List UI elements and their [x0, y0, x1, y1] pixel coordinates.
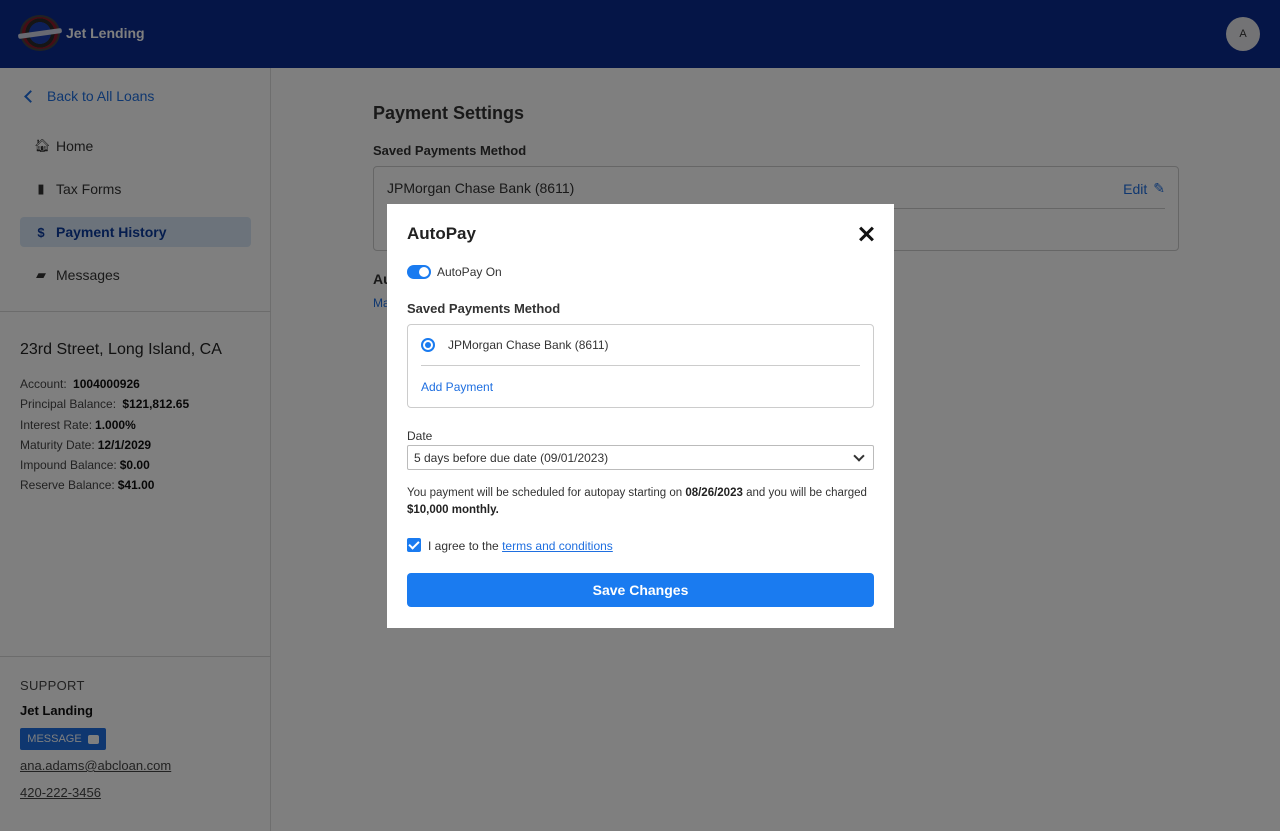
- save-changes-button[interactable]: Save Changes: [407, 573, 874, 607]
- close-icon[interactable]: [856, 224, 876, 244]
- chevron-down-icon: [853, 450, 865, 462]
- date-label: Date: [407, 429, 433, 443]
- saved-method-heading: Saved Payments Method: [407, 301, 561, 316]
- note-text: You payment will be scheduled for autopa…: [407, 487, 686, 499]
- schedule-note: You payment will be scheduled for autopa…: [407, 485, 874, 519]
- divider: [421, 365, 860, 366]
- note-amount: $10,000 monthly.: [407, 504, 499, 516]
- terms-link[interactable]: terms and conditions: [502, 539, 613, 553]
- autopay-toggle-label: AutoPay On: [437, 265, 502, 279]
- note-text: and you will be charged: [742, 487, 867, 499]
- add-payment-link[interactable]: Add Payment: [421, 380, 493, 394]
- bank-radio[interactable]: [421, 338, 435, 352]
- agree-text: I agree to the: [428, 539, 503, 553]
- date-select-value: 5 days before due date (09/01/2023): [414, 450, 609, 465]
- bank-option-label[interactable]: JPMorgan Chase Bank (8611): [448, 338, 609, 352]
- date-select[interactable]: 5 days before due date (09/01/2023): [407, 445, 874, 470]
- agree-checkbox[interactable]: [407, 538, 421, 552]
- autopay-toggle[interactable]: [407, 265, 431, 279]
- agree-label: I agree to the terms and conditions: [428, 539, 613, 553]
- dialog-title: AutoPay: [407, 224, 476, 243]
- note-date: 08/26/2023: [685, 487, 743, 499]
- payment-method-list: JPMorgan Chase Bank (8611) Add Payment: [407, 324, 874, 408]
- autopay-dialog: AutoPay AutoPay On Saved Payments Method…: [387, 204, 894, 628]
